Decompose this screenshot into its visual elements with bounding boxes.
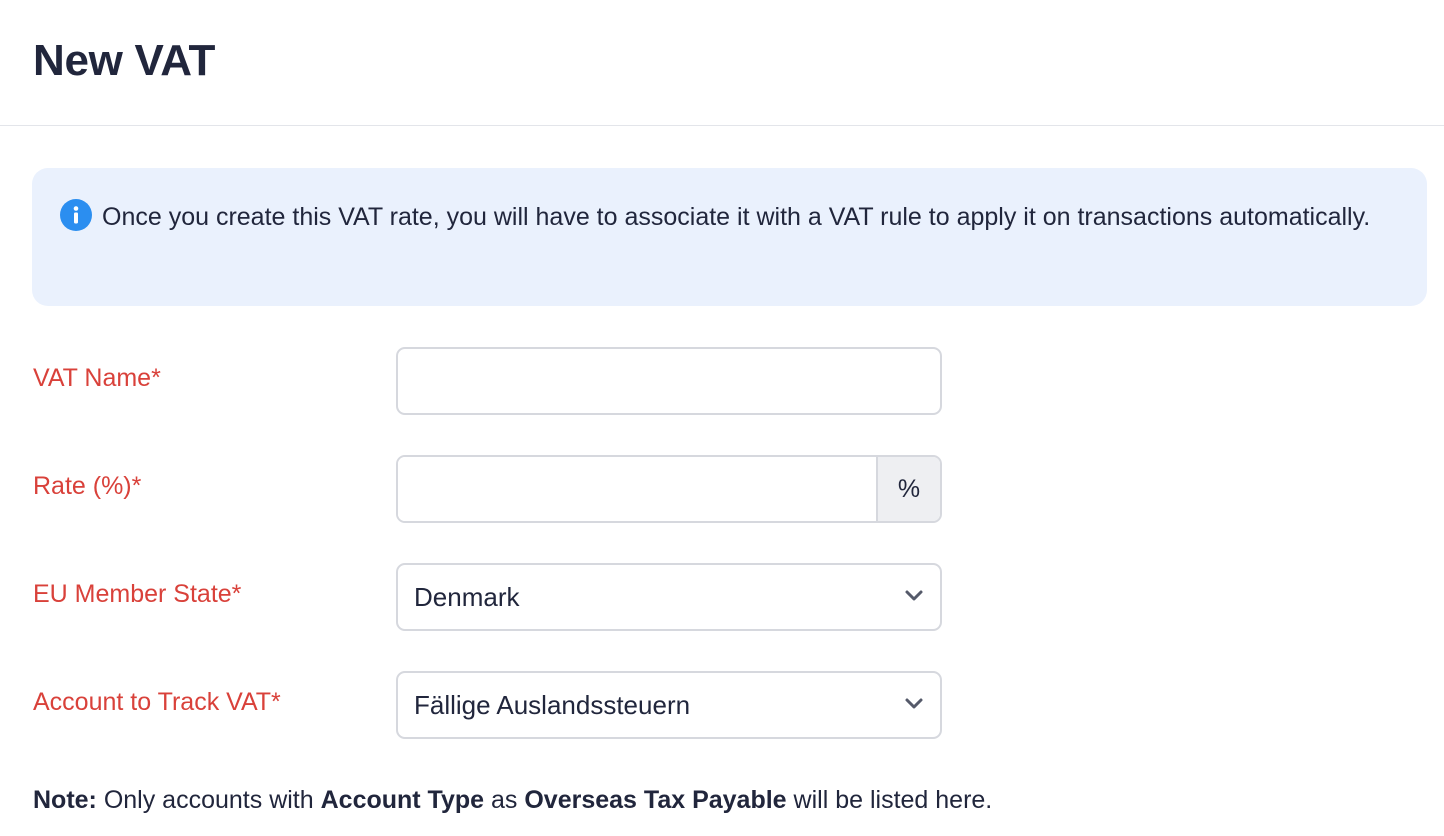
eu-member-state-value: Denmark <box>414 582 520 612</box>
note-text-3: will be listed here. <box>786 786 993 814</box>
info-banner-text: Once you create this VAT rate, you will … <box>102 203 1371 231</box>
account-to-track-value: Fällige Auslandssteuern <box>414 690 691 720</box>
account-to-track-row: Account to Track VAT* Fällige Auslandsst… <box>0 671 1444 739</box>
note-prefix: Note: <box>33 786 97 814</box>
eu-member-state-label: EU Member State* <box>33 580 242 608</box>
vat-name-input[interactable] <box>396 347 942 415</box>
info-icon <box>60 199 92 231</box>
note-account-type: Account Type <box>320 786 485 814</box>
vat-name-row: VAT Name* <box>0 347 1444 415</box>
info-banner: Once you create this VAT rate, you will … <box>32 168 1427 306</box>
chevron-down-icon <box>905 590 923 601</box>
eu-member-state-row: EU Member State* Denmark <box>0 563 1444 631</box>
chevron-down-icon <box>905 698 923 709</box>
page-title: New VAT <box>33 36 216 85</box>
percent-addon: % <box>876 457 940 521</box>
note-text-2: as <box>484 786 525 814</box>
vat-name-label: VAT Name* <box>33 364 161 392</box>
note-overseas-tax: Overseas Tax Payable <box>524 786 787 814</box>
account-note: Note: Only accounts with Account Type as… <box>33 782 992 818</box>
rate-row: Rate (%)* % <box>0 455 1444 523</box>
account-to-track-select[interactable]: Fällige Auslandssteuern <box>396 671 942 739</box>
account-to-track-label: Account to Track VAT* <box>33 688 281 716</box>
rate-input[interactable] <box>398 457 876 521</box>
rate-label: Rate (%)* <box>33 472 142 500</box>
rate-input-group: % <box>396 455 942 523</box>
note-text-1: Only accounts with <box>96 786 321 814</box>
eu-member-state-select[interactable]: Denmark <box>396 563 942 631</box>
page-header: New VAT <box>0 0 1444 126</box>
